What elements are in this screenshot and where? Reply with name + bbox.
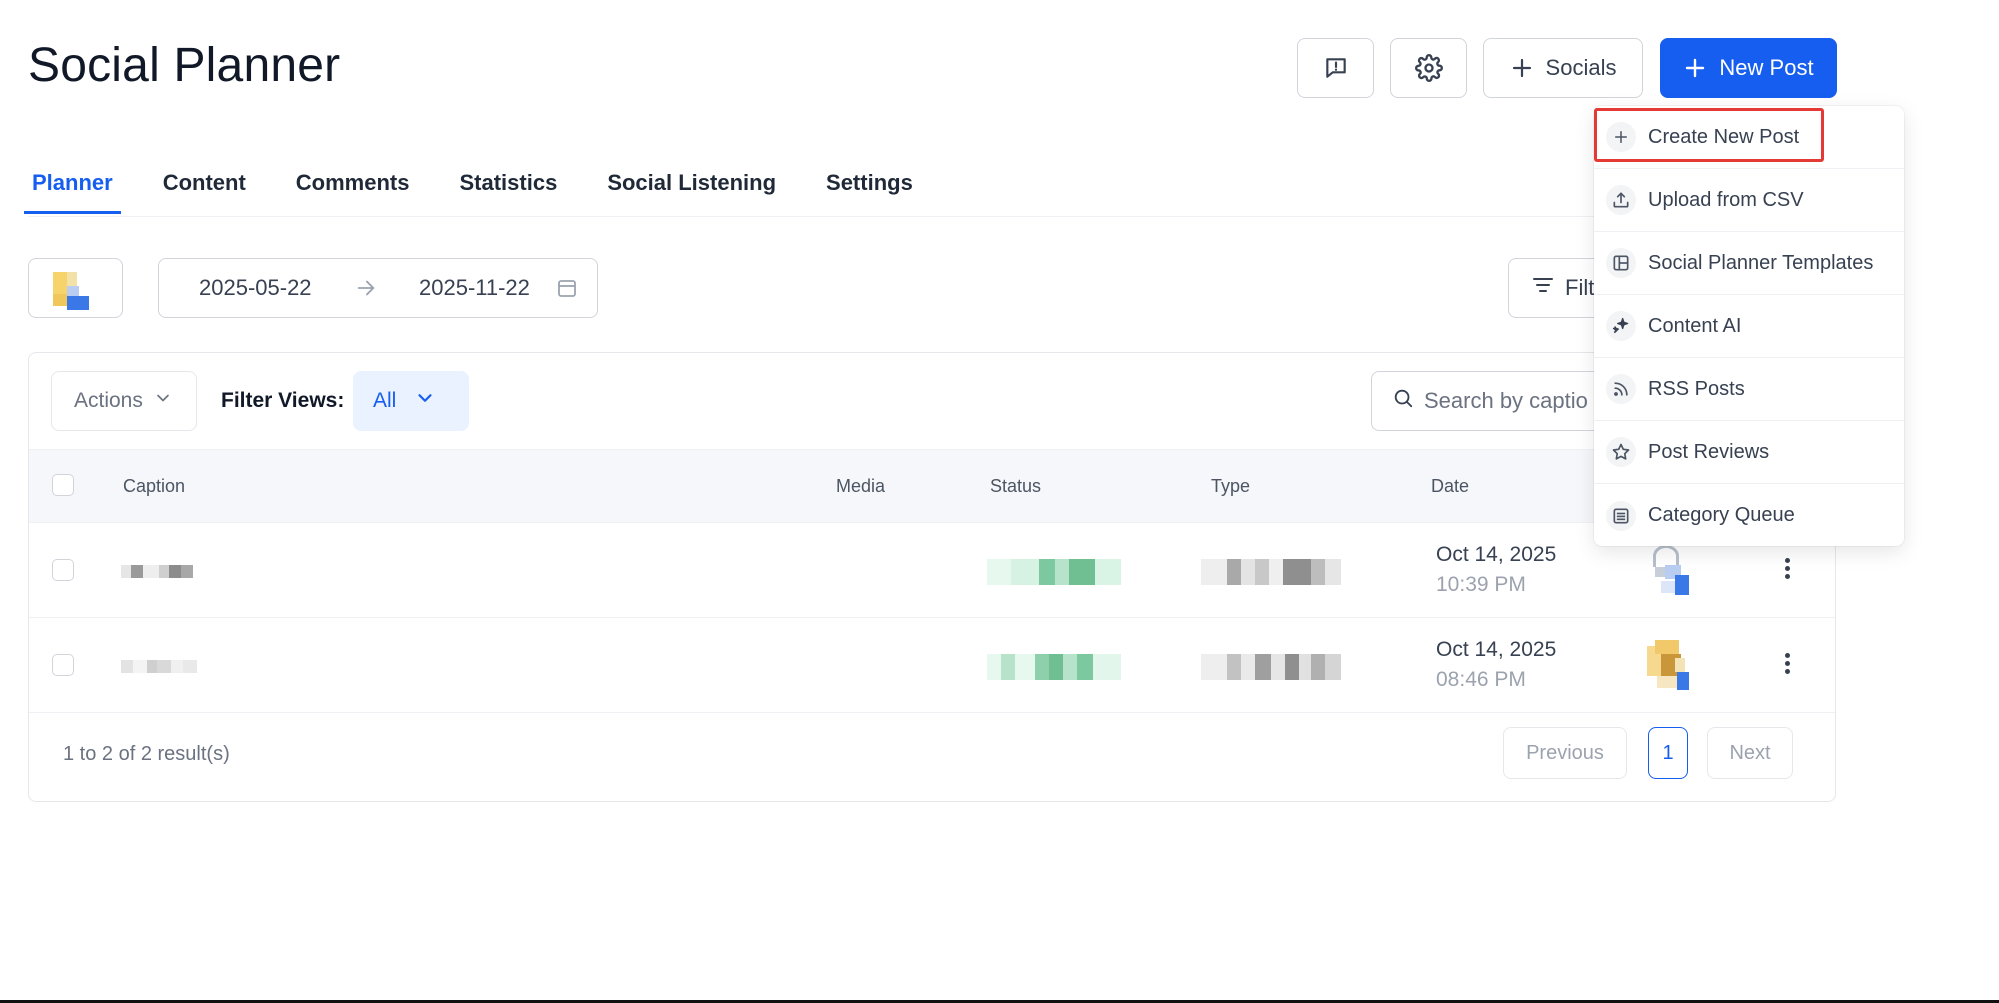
type-badge-redacted <box>1201 559 1341 585</box>
status-badge-redacted <box>987 654 1121 680</box>
menu-item-label: Upload from CSV <box>1648 188 1804 211</box>
row-checkbox[interactable] <box>52 559 74 581</box>
table-row[interactable]: Oct 14, 2025 10:39 PM <box>29 523 1835 618</box>
select-all-checkbox[interactable] <box>52 474 74 496</box>
type-badge-redacted <box>1201 654 1341 680</box>
previous-page-button[interactable]: Previous <box>1503 727 1627 779</box>
plus-icon <box>1683 56 1707 80</box>
actions-label: Actions <box>74 389 143 412</box>
filter-views-label: Filter Views: <box>221 389 345 412</box>
account-avatar <box>1647 640 1695 690</box>
caption-redacted <box>121 660 197 673</box>
account-switcher[interactable] <box>28 258 123 318</box>
tab-comments[interactable]: Comments <box>292 160 414 214</box>
row-checkbox[interactable] <box>52 654 74 676</box>
column-header-type[interactable]: Type <box>1211 476 1250 497</box>
menu-item-rss-posts[interactable]: RSS Posts <box>1594 358 1904 421</box>
column-header-status[interactable]: Status <box>990 476 1041 497</box>
filter-views-value: All <box>373 389 397 412</box>
arrow-right-icon <box>355 277 377 305</box>
list-icon <box>1606 500 1636 531</box>
plus-icon <box>1510 56 1534 80</box>
add-socials-button[interactable]: Socials <box>1483 38 1643 98</box>
date-range-picker[interactable]: 2025-05-22 2025-11-22 <box>158 258 598 318</box>
tab-social-listening[interactable]: Social Listening <box>603 160 780 214</box>
date-start: 2025-05-22 <box>199 275 312 300</box>
date-end: 2025-11-22 <box>419 275 530 300</box>
menu-item-post-reviews[interactable]: Post Reviews <box>1594 421 1904 484</box>
next-page-button[interactable]: Next <box>1707 727 1793 779</box>
settings-button[interactable] <box>1390 38 1467 98</box>
create-new-post-highlight <box>1594 108 1824 162</box>
menu-item-category-queue[interactable]: Category Queue <box>1594 484 1904 547</box>
row-date: Oct 14, 2025 <box>1436 543 1557 566</box>
row-time: 10:39 PM <box>1436 573 1526 596</box>
socials-label: Socials <box>1545 55 1617 80</box>
main-tabs: Planner Content Comments Statistics Soci… <box>24 160 959 214</box>
column-header-caption[interactable]: Caption <box>123 476 185 497</box>
menu-item-label: Content AI <box>1648 314 1742 337</box>
calendar-icon <box>555 276 579 306</box>
column-header-date[interactable]: Date <box>1431 476 1469 497</box>
tab-settings[interactable]: Settings <box>822 160 917 214</box>
account-avatar <box>1647 545 1695 595</box>
chevron-down-icon <box>153 388 173 414</box>
tab-statistics[interactable]: Statistics <box>455 160 561 214</box>
feedback-button[interactable] <box>1297 38 1374 98</box>
menu-item-label: Post Reviews <box>1648 440 1770 463</box>
gear-icon <box>1414 54 1443 82</box>
search-icon <box>1392 387 1414 415</box>
filter-lines-icon <box>1531 273 1555 303</box>
filters-label: Filt <box>1565 275 1595 300</box>
upload-icon <box>1606 185 1636 215</box>
row-more-menu-icon[interactable] <box>1785 555 1791 582</box>
menu-item-label: Social Planner Templates <box>1648 251 1874 274</box>
column-header-media[interactable]: Media <box>836 476 885 497</box>
row-time: 08:46 PM <box>1436 668 1526 691</box>
menu-item-social-planner-templates[interactable]: Social Planner Templates <box>1594 232 1904 295</box>
sparkle-icon <box>1606 311 1636 341</box>
posts-card: Actions Filter Views: All Search by capt… <box>28 352 1836 802</box>
tab-planner[interactable]: Planner <box>24 160 121 214</box>
page-number-button[interactable]: 1 <box>1648 727 1688 779</box>
menu-item-label: RSS Posts <box>1648 377 1745 400</box>
new-post-label: New Post <box>1719 55 1814 80</box>
chevron-down-icon <box>414 387 436 415</box>
caption-redacted <box>121 565 193 578</box>
star-icon <box>1606 437 1636 467</box>
actions-dropdown[interactable]: Actions <box>51 371 197 431</box>
results-summary: 1 to 2 of 2 result(s) <box>63 743 230 765</box>
page-title: Social Planner <box>28 39 341 92</box>
tabs-divider <box>28 216 1836 217</box>
account-avatar <box>41 266 89 312</box>
filter-views-select[interactable]: All <box>353 371 469 431</box>
new-post-button[interactable]: New Post <box>1660 38 1837 98</box>
new-post-menu: Create New Post Upload from CSV Social P… <box>1594 106 1904 546</box>
table-header: Caption Media Status Type Date <box>29 449 1835 523</box>
status-badge-redacted <box>987 559 1121 585</box>
message-alert-icon <box>1323 55 1349 81</box>
menu-item-label: Category Queue <box>1648 504 1795 526</box>
tab-content[interactable]: Content <box>159 160 250 214</box>
template-icon <box>1606 248 1636 278</box>
menu-item-content-ai[interactable]: Content AI <box>1594 295 1904 358</box>
rss-icon <box>1606 374 1636 404</box>
menu-item-upload-from-csv[interactable]: Upload from CSV <box>1594 169 1904 232</box>
search-input[interactable]: Search by captio <box>1371 371 1611 431</box>
row-more-menu-icon[interactable] <box>1785 650 1791 677</box>
search-placeholder: Search by captio <box>1424 388 1588 413</box>
row-date: Oct 14, 2025 <box>1436 638 1557 661</box>
table-row[interactable]: Oct 14, 2025 08:46 PM <box>29 618 1835 713</box>
